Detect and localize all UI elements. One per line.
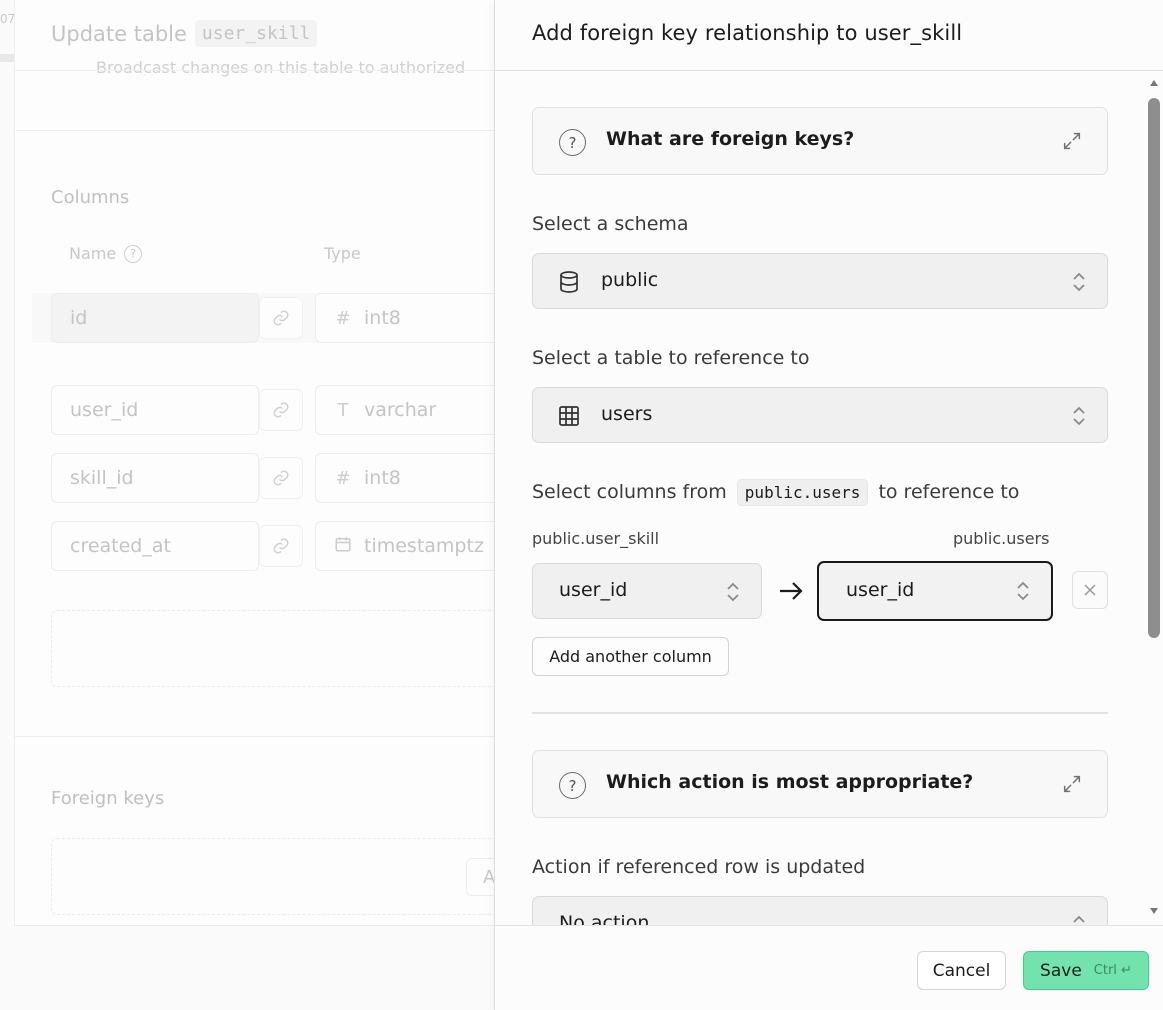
- target-column-value: user_id: [846, 579, 915, 601]
- schema-select[interactable]: public: [532, 253, 1108, 309]
- scrollbar[interactable]: [1146, 80, 1162, 920]
- expand-icon[interactable]: [1061, 773, 1083, 795]
- arrow-right-icon: [780, 582, 803, 600]
- foreign-keys-heading: Foreign keys: [51, 788, 165, 809]
- link-icon[interactable]: [259, 457, 303, 499]
- on-update-select[interactable]: No action: [532, 896, 1108, 925]
- foreign-keys-info-collapsible[interactable]: ? What are foreign keys?: [532, 107, 1108, 175]
- column-type-value: varchar: [364, 399, 437, 421]
- name-header-label: Name: [69, 244, 117, 263]
- add-foreign-key-sheet: Add foreign key relationship to user_ski…: [494, 0, 1163, 1010]
- source-column-value: user_id: [559, 579, 628, 601]
- column-header-type: Type: [324, 244, 361, 263]
- sheet-body: ? What are foreign keys? Select a schema…: [495, 71, 1163, 925]
- text-type-icon: T: [337, 399, 349, 421]
- realtime-description: Broadcast changes on this table to autho…: [96, 58, 466, 77]
- column-type-select[interactable]: # int8: [315, 293, 515, 343]
- save-shortcut-hint: Ctrl ↵: [1093, 963, 1132, 978]
- table-select[interactable]: users: [532, 387, 1108, 443]
- sheet-footer: Cancel Save Ctrl ↵: [495, 925, 1163, 1010]
- save-label: Save: [1040, 960, 1082, 981]
- remove-column-button[interactable]: [1072, 571, 1108, 609]
- columns-heading: Columns: [51, 187, 130, 208]
- background-fragment: 07: [0, 12, 16, 26]
- columns-label-pre: Select columns from: [532, 481, 727, 503]
- schema-label: Select a schema: [532, 213, 689, 235]
- scroll-up-arrow[interactable]: [1150, 80, 1158, 86]
- chevrons-up-down-icon: [1017, 581, 1029, 601]
- link-icon[interactable]: [259, 525, 303, 567]
- add-another-column-button[interactable]: Add another column: [532, 637, 729, 676]
- column-row[interactable]: user_id T varchar: [51, 385, 515, 435]
- column-header-name: Name ?: [69, 244, 143, 263]
- column-row[interactable]: id # int8: [32, 293, 515, 343]
- column-row[interactable]: skill_id # int8: [51, 453, 515, 503]
- divider: [14, 70, 514, 71]
- link-icon[interactable]: [259, 297, 303, 339]
- column-name-input[interactable]: user_id: [51, 385, 259, 435]
- columns-label: Select columns from public.users to refe…: [532, 479, 1020, 506]
- column-type-select[interactable]: T varchar: [315, 385, 515, 435]
- link-icon[interactable]: [259, 389, 303, 431]
- database-icon: [560, 271, 578, 293]
- sheet-title: Add foreign key relationship to user_ski…: [532, 21, 963, 45]
- column-type-value: timestamptz: [364, 535, 484, 557]
- action-info-collapsible[interactable]: ? Which action is most appropriate?: [532, 750, 1108, 818]
- question-icon: ?: [559, 129, 586, 156]
- chevrons-up-down-icon: [1073, 406, 1085, 426]
- title-prefix: Update table: [51, 21, 187, 46]
- background-edge: [0, 54, 14, 62]
- question-icon: ?: [559, 772, 586, 799]
- target-table-label: public.users: [953, 529, 1050, 548]
- source-column-select[interactable]: user_id: [532, 563, 762, 619]
- column-name-input[interactable]: id: [51, 293, 259, 343]
- table-value: users: [601, 403, 653, 425]
- scrollbar-thumb[interactable]: [1148, 98, 1160, 638]
- foreign-keys-area: [51, 838, 511, 915]
- columns-label-post: to reference to: [878, 481, 1020, 503]
- table-label: Select a table to reference to: [532, 347, 810, 369]
- divider: [532, 712, 1108, 714]
- divider: [14, 130, 514, 131]
- column-type-select[interactable]: timestamptz: [315, 521, 515, 571]
- background-footer: [14, 925, 514, 1010]
- save-button[interactable]: Save Ctrl ↵: [1023, 951, 1149, 990]
- chevrons-up-down-icon: [727, 582, 739, 602]
- on-update-label: Action if referenced row is updated: [532, 856, 866, 878]
- chevrons-up-down-icon: [1073, 272, 1085, 292]
- help-icon[interactable]: ?: [124, 244, 143, 263]
- close-icon: [1084, 584, 1096, 596]
- source-table-label: public.user_skill: [532, 529, 660, 548]
- column-row[interactable]: created_at timestamptz: [51, 521, 515, 571]
- table-name-code: user_skill: [194, 20, 318, 47]
- chevrons-up-down-icon: [1073, 915, 1085, 923]
- column-type-select[interactable]: # int8: [315, 453, 515, 503]
- cancel-button[interactable]: Cancel: [917, 951, 1006, 990]
- column-type-value: int8: [364, 467, 401, 489]
- divider: [14, 736, 514, 737]
- target-column-select[interactable]: user_id: [817, 561, 1053, 621]
- scroll-down-arrow[interactable]: [1150, 908, 1158, 914]
- schema-value: public: [601, 269, 659, 291]
- add-column-dropzone[interactable]: [51, 610, 511, 687]
- update-table-title: Update table user_skill: [51, 20, 318, 47]
- hash-icon: #: [335, 467, 351, 489]
- info-label: What are foreign keys?: [606, 128, 855, 150]
- sheet-header: Add foreign key relationship to user_ski…: [495, 0, 1163, 71]
- hash-icon: #: [335, 307, 351, 329]
- calendar-icon: [334, 535, 352, 558]
- columns-label-code: public.users: [736, 479, 869, 506]
- column-name-input[interactable]: skill_id: [51, 453, 259, 503]
- on-update-value: No action: [559, 912, 650, 925]
- expand-icon[interactable]: [1061, 130, 1083, 152]
- column-name-input[interactable]: created_at: [51, 521, 259, 571]
- column-type-value: int8: [364, 307, 401, 329]
- table-icon: [559, 406, 579, 426]
- info-label: Which action is most appropriate?: [606, 771, 974, 793]
